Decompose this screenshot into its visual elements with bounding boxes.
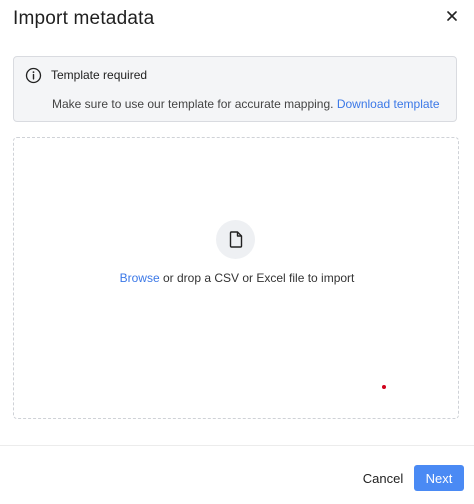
- close-button[interactable]: [442, 6, 462, 26]
- dropzone-text: Browse or drop a CSV or Excel file to im…: [0, 271, 474, 285]
- notice-body-text: Make sure to use our template for accura…: [52, 97, 334, 111]
- template-notice: Template required Make sure to use our t…: [13, 56, 457, 122]
- close-icon: [447, 11, 457, 21]
- download-template-link[interactable]: Download template: [337, 97, 440, 111]
- dialog-title: Import metadata: [13, 8, 155, 29]
- info-icon: [25, 67, 42, 84]
- footer-divider: [0, 445, 474, 446]
- file-icon-circle: [216, 220, 255, 259]
- browse-link[interactable]: Browse: [120, 271, 160, 285]
- next-button[interactable]: Next: [414, 465, 464, 491]
- dropzone-instruction: or drop a CSV or Excel file to import: [162, 271, 355, 285]
- cancel-button[interactable]: Cancel: [358, 466, 408, 490]
- notice-title: Template required: [51, 68, 148, 82]
- file-icon: [229, 231, 242, 248]
- cursor-marker: [382, 385, 386, 389]
- notice-body: Make sure to use our template for accura…: [52, 97, 440, 111]
- import-metadata-dialog: Import metadata Template required Make s…: [0, 0, 474, 504]
